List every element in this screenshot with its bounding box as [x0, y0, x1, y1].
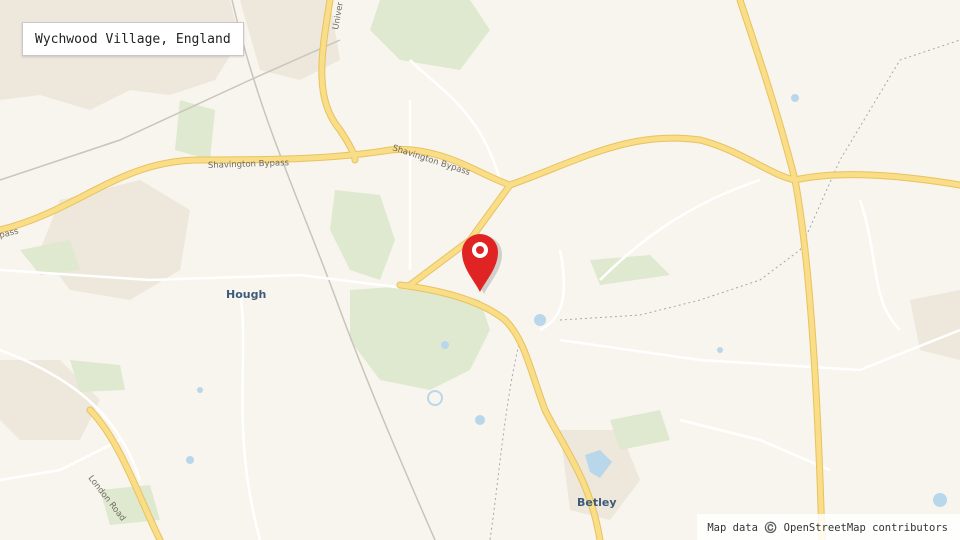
place-label-betley: Betley — [577, 496, 617, 509]
map-canvas[interactable]: Shavington Bypass Shavington Bypass pass… — [0, 0, 960, 540]
road-label-university-fragment: Univer — [331, 1, 346, 31]
map-attribution[interactable]: Map data ©️ OpenStreetMap contributors — [697, 514, 960, 540]
location-marker-icon[interactable] — [462, 234, 502, 294]
location-title: Wychwood Village, England — [22, 22, 244, 56]
road-label-shavington-bypass-west: Shavington Bypass — [208, 158, 290, 171]
boundary-lines — [489, 39, 960, 540]
place-label-hough: Hough — [226, 288, 266, 301]
